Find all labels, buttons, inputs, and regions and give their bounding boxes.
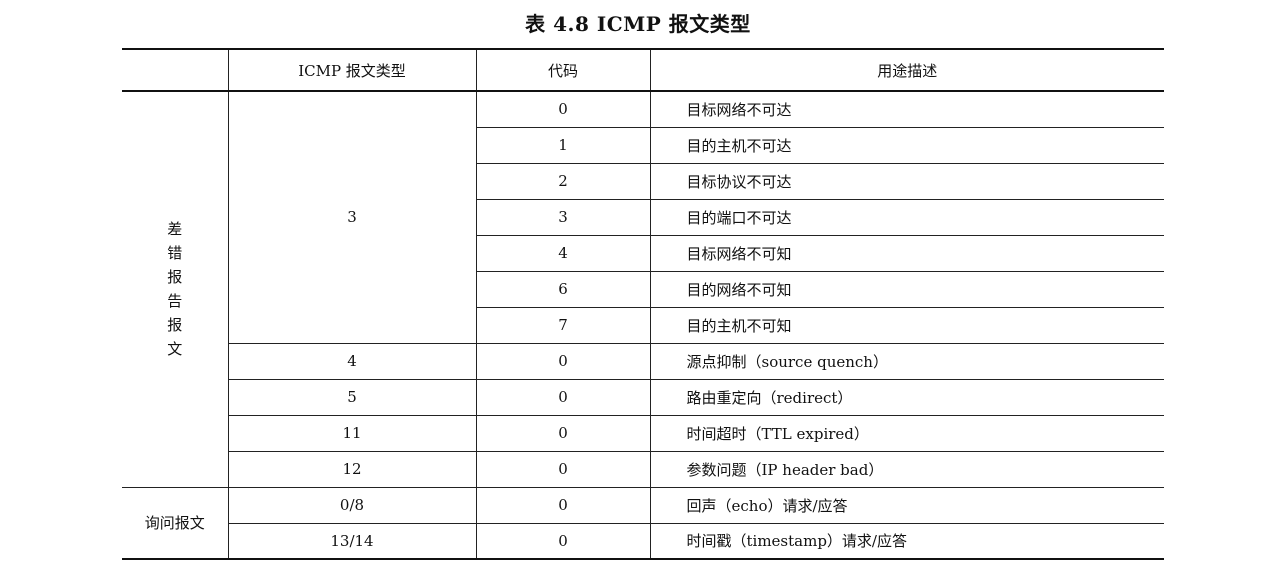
code-cell: 6 bbox=[475, 271, 650, 308]
type-cell: 5 bbox=[227, 379, 476, 416]
description-cell: 目的端口不可达 bbox=[649, 199, 1164, 236]
header-description: 用途描述 bbox=[649, 49, 1164, 91]
code-cell: 0 bbox=[475, 451, 650, 488]
code-cell: 0 bbox=[475, 415, 650, 452]
description-cell: 回声（echo）请求/应答 bbox=[649, 487, 1164, 524]
icmp-message-types-table: ICMP 报文类型 代码 用途描述 差 错 报 告 报 文 3 0 目标网络不可… bbox=[122, 48, 1164, 560]
header-code: 代码 bbox=[475, 49, 650, 91]
table-row: 11 0 时间超时（TTL expired） bbox=[122, 415, 1164, 452]
description-cell: 目标协议不可达 bbox=[649, 163, 1164, 200]
code-cell: 0 bbox=[475, 343, 650, 380]
description-cell: 目的主机不可知 bbox=[649, 307, 1164, 344]
code-cell: 0 bbox=[475, 91, 650, 128]
description-cell: 时间超时（TTL expired） bbox=[649, 415, 1164, 452]
type-cell: 12 bbox=[227, 451, 476, 488]
table-row: 12 0 参数问题（IP header bad） bbox=[122, 451, 1164, 488]
code-cell: 0 bbox=[475, 487, 650, 524]
type-cell: 0/8 bbox=[227, 487, 476, 524]
group-label-error-report: 差 错 报 告 报 文 bbox=[122, 91, 228, 488]
code-cell: 1 bbox=[475, 127, 650, 164]
table-row: 5 0 路由重定向（redirect） bbox=[122, 379, 1164, 416]
header-category bbox=[122, 49, 228, 91]
table-row: 13/14 0 时间戳（timestamp）请求/应答 bbox=[122, 523, 1164, 560]
code-cell: 3 bbox=[475, 199, 650, 236]
description-cell: 参数问题（IP header bad） bbox=[649, 451, 1164, 488]
group-label-query: 询问报文 bbox=[122, 487, 228, 560]
description-cell: 时间戳（timestamp）请求/应答 bbox=[649, 523, 1164, 560]
table-row: 询问报文 0/8 0 回声（echo）请求/应答 bbox=[122, 487, 1164, 560]
table-header-row: ICMP 报文类型 代码 用途描述 bbox=[122, 49, 1164, 91]
type-cell: 4 bbox=[227, 343, 476, 380]
code-cell: 0 bbox=[475, 523, 650, 560]
type-cell: 3 bbox=[227, 91, 476, 344]
code-cell: 7 bbox=[475, 307, 650, 344]
description-cell: 目标网络不可知 bbox=[649, 235, 1164, 272]
code-cell: 4 bbox=[475, 235, 650, 272]
code-cell: 0 bbox=[475, 379, 650, 416]
description-cell: 目标网络不可达 bbox=[649, 91, 1164, 128]
code-cell: 2 bbox=[475, 163, 650, 200]
description-cell: 源点抑制（source quench） bbox=[649, 343, 1164, 380]
type-cell: 11 bbox=[227, 415, 476, 452]
description-cell: 路由重定向（redirect） bbox=[649, 379, 1164, 416]
type-cell: 13/14 bbox=[227, 523, 476, 560]
table-row: 4 0 源点抑制（source quench） bbox=[122, 343, 1164, 380]
description-cell: 目的网络不可知 bbox=[649, 271, 1164, 308]
table-caption: 表 4.8 ICMP 报文类型 bbox=[525, 12, 751, 36]
header-icmp-type: ICMP 报文类型 bbox=[227, 49, 476, 91]
table-row: 差 错 报 告 报 文 3 0 目标网络不可达 bbox=[122, 91, 1164, 488]
description-cell: 目的主机不可达 bbox=[649, 127, 1164, 164]
